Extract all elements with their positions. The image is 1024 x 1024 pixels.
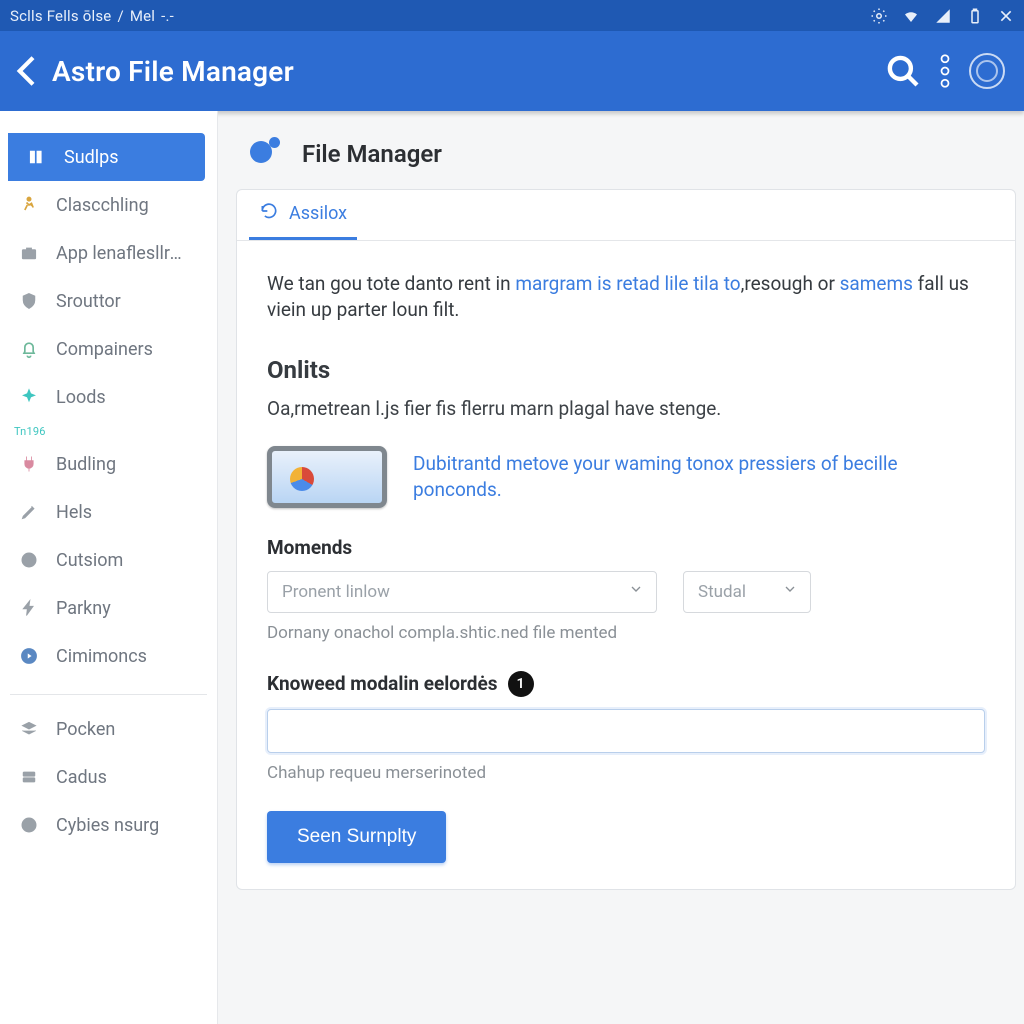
briefcase-icon [18, 242, 40, 264]
count-badge: 1 [508, 671, 534, 697]
page-header: File Manager [248, 137, 1016, 171]
select-pronent[interactable]: Pronent linlow [267, 571, 657, 613]
intro-text: We tan gou tote danto rent in [267, 272, 515, 295]
bolt-icon [18, 597, 40, 619]
sidebar-item-cadus[interactable]: Cadus [0, 753, 205, 801]
section-heading-onlits: Onlits [267, 356, 985, 384]
sidebar-item-srouttor[interactable]: Srouttor [0, 277, 205, 325]
battery-icon [966, 7, 984, 25]
intro-paragraph: We tan gou tote danto rent in margram is… [267, 271, 985, 322]
sidebar-item-pocken[interactable]: Pocken [0, 705, 205, 753]
wifi-icon [902, 7, 920, 25]
status-text-1: Sclls Fells ōlse [10, 7, 111, 25]
bell-icon [18, 338, 40, 360]
sidebar-item-label: Budling [56, 454, 191, 475]
callout-row: Dubitrantd metove your waming tonox pres… [267, 446, 985, 508]
sidebar-item-label: Pocken [56, 719, 191, 740]
plug-icon [18, 453, 40, 475]
sidebar-item-label: App lenaflesllrate [56, 243, 191, 264]
play-circle-icon [18, 645, 40, 667]
sidebar-item-label: Cybies nsurg [56, 815, 191, 836]
status-text-3: Mel [130, 7, 155, 25]
sidebar-item-sudlps[interactable]: Sudlps [8, 133, 205, 181]
sidebar-item-label: Cutsiom [56, 550, 191, 571]
shield-icon [18, 290, 40, 312]
intro-link-2[interactable]: samems [840, 272, 913, 295]
submit-button[interactable]: Seen Surnplty [267, 811, 446, 863]
pencil-icon [18, 501, 40, 523]
sidebar-item-cybies[interactable]: Cybies nsurg [0, 801, 205, 849]
intro-link-1[interactable]: margram is retad lile tila to [515, 272, 740, 295]
signal-cell-icon [934, 7, 952, 25]
sidebar-item-label: Clascchling [56, 195, 191, 216]
person-run-icon [18, 194, 40, 216]
search-button[interactable] [882, 50, 924, 92]
chevron-down-icon [628, 581, 644, 602]
sidebar-item-loods[interactable]: Loods [0, 373, 205, 421]
page-title: File Manager [302, 140, 442, 168]
form-label-knoweed: Knoweed modalin eelordės 1 [267, 671, 985, 697]
sparkle-icon [18, 386, 40, 408]
chevron-down-icon [782, 581, 798, 602]
sidebar-item-label: Srouttor [56, 291, 191, 312]
sidebar-item-label: Cimimoncs [56, 646, 191, 667]
select-placeholder: Studal [698, 582, 746, 602]
server-icon [18, 766, 40, 788]
close-icon[interactable] [998, 8, 1014, 24]
columns-icon [26, 146, 48, 168]
content-card: Assilox We tan gou tote danto rent in ma… [236, 189, 1016, 890]
sidebar-item-budling[interactable]: Budling [0, 440, 205, 488]
select-studal[interactable]: Studal [683, 571, 811, 613]
tab-assilox[interactable]: Assilox [249, 190, 357, 240]
sidebar-item-label: Parkny [56, 598, 191, 619]
intro-text: ,resough or [741, 272, 840, 295]
sidebar-item-cutsiom[interactable]: Cutsiom [0, 536, 205, 584]
text-input[interactable] [267, 709, 985, 753]
sidebar-item-app-lenafleslrate[interactable]: App lenaflesllrate [0, 229, 205, 277]
back-button[interactable] [8, 51, 48, 91]
status-text-4: -.- [161, 7, 174, 25]
form-label-momends: Momends [267, 536, 985, 559]
android-status-bar: Sclls Fells ōlse / Mel -.- [0, 0, 1024, 31]
form-label-text: Knoweed modalin eelordės [267, 672, 498, 695]
sidebar-item-parkny[interactable]: Parkny [0, 584, 205, 632]
sidebar: Sudlps Clascchling App lenaflesllrate Sr… [0, 111, 218, 1024]
sidebar-item-compainers[interactable]: Compainers [0, 325, 205, 373]
section-subtext: Oa,rmetrean l.js fier fis flerru marn pl… [267, 396, 985, 422]
sidebar-item-label: Cadus [56, 767, 191, 788]
callout-thumbnail[interactable] [267, 446, 387, 508]
app-bar: Astro File Manager [0, 31, 1024, 111]
main-content: File Manager Assilox We tan gou tote dan… [218, 111, 1024, 1024]
refresh-icon [259, 201, 279, 226]
select-placeholder: Pronent linlow [282, 582, 390, 602]
chat-icon [18, 814, 40, 836]
sidebar-item-cimimoncs[interactable]: Cimimoncs [0, 632, 205, 680]
overflow-menu-button[interactable] [924, 50, 966, 92]
sidebar-item-label: Compainers [56, 339, 191, 360]
select-hint: Dornany onachol compla.shtic.ned file me… [267, 623, 985, 643]
callout-link[interactable]: Dubitrantd metove your waming tonox pres… [413, 451, 985, 502]
gauge-icon [18, 549, 40, 571]
sidebar-item-label: Hels [56, 502, 191, 523]
sidebar-item-hels[interactable]: Hels [0, 488, 205, 536]
stack-icon [18, 718, 40, 740]
tab-bar: Assilox [237, 190, 1015, 241]
sidebar-item-label: Loods [56, 387, 191, 408]
app-logo-icon [248, 137, 282, 171]
account-avatar[interactable] [966, 50, 1008, 92]
panel-body: We tan gou tote danto rent in margram is… [237, 241, 1015, 889]
text-input-hint: Chahup requeu merserinoted [267, 763, 985, 783]
app-title: Astro File Manager [52, 55, 294, 88]
status-breadcrumb: Sclls Fells ōlse / Mel -.- [10, 7, 174, 25]
sidebar-item-label: Sudlps [64, 147, 191, 168]
sidebar-mini-label: Tn196 [0, 421, 217, 440]
sidebar-divider [10, 694, 207, 695]
sidebar-item-clascchling[interactable]: Clascchling [0, 181, 205, 229]
status-text-2: / [117, 7, 123, 25]
tab-label: Assilox [289, 203, 347, 224]
settings-gear-icon [870, 7, 888, 25]
